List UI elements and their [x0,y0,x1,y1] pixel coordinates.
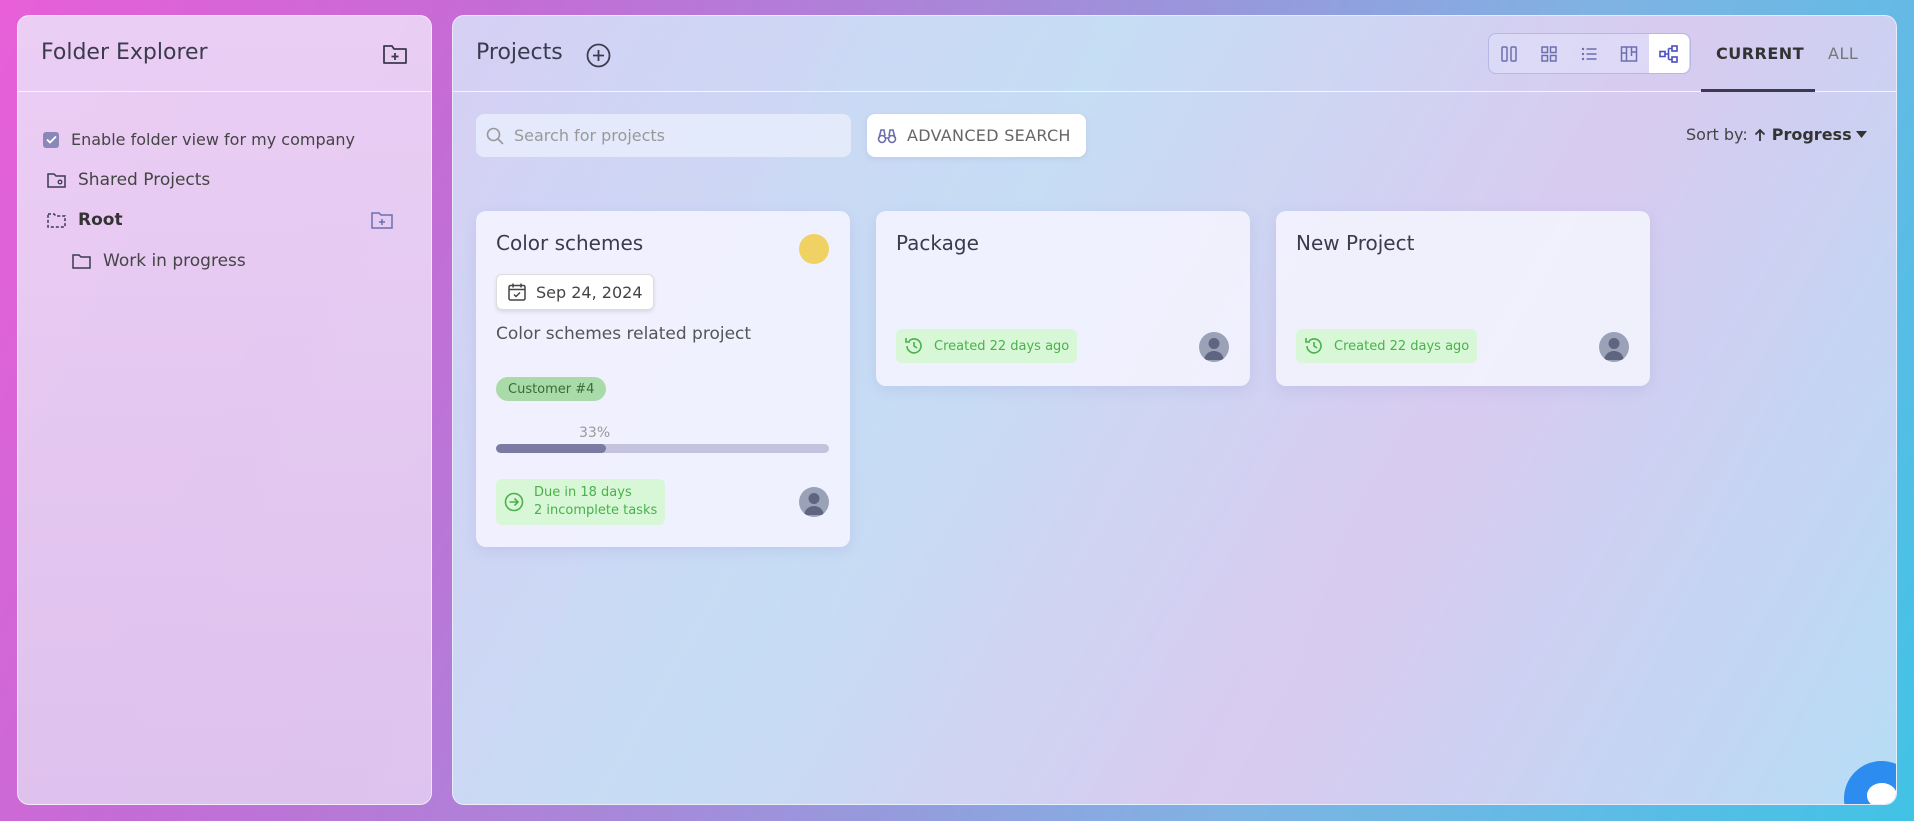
view-columns-icon[interactable] [1489,34,1529,73]
chat-button[interactable] [1844,761,1896,804]
folder-explorer-panel: Folder Explorer Enable folder view for m… [17,15,432,805]
shared-folder-icon [47,172,66,188]
view-list-icon[interactable] [1569,34,1609,73]
tree-item-root[interactable]: Root [47,210,123,230]
enable-folder-view-checkbox[interactable] [43,131,59,148]
active-tab-indicator [1701,89,1815,92]
tab-current[interactable]: CURRENT [1716,44,1804,63]
tree-item-shared-projects[interactable]: Shared Projects [47,170,210,190]
sort-control: Sort by: Progress [1686,125,1867,144]
project-card-color-schemes[interactable]: Color schemes Sep 24, 2024 Color schemes… [476,211,850,547]
new-folder-icon[interactable] [380,40,410,68]
project-title: New Project [1296,231,1415,255]
tree-item-label: Work in progress [103,251,246,271]
progress-bar [496,444,829,453]
tree-item-work-in-progress[interactable]: Work in progress [72,251,246,271]
history-icon [1304,336,1324,356]
incomplete-tasks-text: 2 incomplete tasks [534,503,658,518]
customer-tag[interactable]: Customer #4 [496,377,607,401]
avatar[interactable] [1199,332,1229,362]
view-tree-icon[interactable] [1649,34,1689,73]
project-title: Color schemes [496,231,644,255]
page-title: Projects [476,40,563,65]
project-card-new-project[interactable]: New Project Created 22 days ago [1276,211,1650,386]
sort-label: Sort by: [1686,125,1748,144]
sort-field-value: Progress [1771,125,1852,144]
add-subfolder-icon[interactable] [370,209,394,231]
enable-folder-view-label: Enable folder view for my company [71,130,356,149]
created-text: Created 22 days ago [934,338,1070,354]
avatar[interactable] [799,487,829,517]
projects-panel: Projects CURRENT ALL Search for projects… [452,15,1897,805]
binoculars-icon [877,128,897,144]
arrow-right-circle-icon [504,492,524,512]
due-in-text: Due in 18 days [534,485,632,500]
sidebar-header: Folder Explorer [18,16,431,92]
created-text: Created 22 days ago [1334,338,1470,354]
created-chip: Created 22 days ago [1296,329,1478,363]
calendar-check-icon [507,282,527,302]
due-date: Sep 24, 2024 [536,282,643,302]
created-chip: Created 22 days ago [896,329,1078,363]
folder-icon [72,253,91,269]
add-project-icon[interactable] [584,41,612,69]
view-grid-icon[interactable] [1529,34,1569,73]
tree-item-label: Root [78,210,123,230]
progress-percent: 33% [579,425,611,441]
view-mode-switcher [1488,33,1691,74]
sort-field-dropdown[interactable]: Progress [1772,125,1867,144]
search-box [476,114,851,157]
project-title: Package [896,231,979,255]
tree-item-label: Shared Projects [78,170,211,190]
search-input[interactable] [514,126,834,145]
due-date-chip[interactable]: Sep 24, 2024 [496,274,654,310]
enable-folder-view-toggle[interactable]: Enable folder view for my company [43,130,355,149]
sidebar-title: Folder Explorer [41,40,208,65]
search-icon [486,127,504,145]
status-indicator [799,234,829,264]
project-description: Color schemes related project [496,324,752,344]
advanced-search-label: ADVANCED SEARCH [907,126,1071,145]
history-icon [904,336,924,356]
chat-bubble-icon [1865,781,1896,804]
due-status-chip: Due in 18 days 2 incomplete tasks [496,479,666,525]
sort-direction-arrow-up-icon[interactable] [1754,128,1766,142]
avatar[interactable] [1599,332,1629,362]
caret-down-icon [1855,131,1867,138]
tab-all[interactable]: ALL [1828,44,1858,63]
project-card-package[interactable]: Package Created 22 days ago [876,211,1250,386]
projects-header: Projects CURRENT ALL [453,16,1896,92]
advanced-search-button[interactable]: ADVANCED SEARCH [867,114,1086,157]
progress-fill [496,444,606,453]
root-folder-icon [47,212,66,228]
view-board-icon[interactable] [1609,34,1649,73]
